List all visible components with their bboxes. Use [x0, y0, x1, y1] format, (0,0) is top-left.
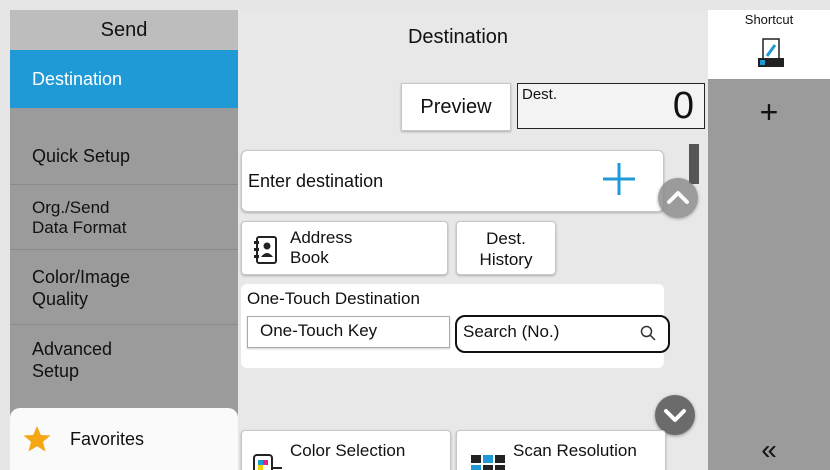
- panel-title: Send: [10, 10, 238, 50]
- nav-item-org-send-data-format[interactable]: Org./Send Data Format: [10, 186, 238, 250]
- color-selection-icon: [253, 454, 282, 470]
- search-icon: [640, 325, 656, 341]
- favorites-label: Favorites: [70, 428, 145, 449]
- one-touch-title: One-Touch Destination: [247, 289, 420, 308]
- nav-item-label: Destination: [32, 69, 123, 89]
- add-shortcut-button[interactable]: +: [708, 92, 830, 132]
- preview-button[interactable]: Preview: [401, 83, 511, 131]
- chevron-up-icon: [667, 191, 689, 204]
- address-book-icon: [254, 236, 277, 264]
- color-selection-label: Color Selection: [290, 441, 406, 460]
- nav-item-destination[interactable]: Destination: [10, 50, 238, 108]
- left-nav-panel: Send Destination Quick Setup Org./Send D…: [10, 10, 238, 470]
- dest-history-label-line2: History: [479, 250, 533, 269]
- address-book-label-line2: Book: [290, 248, 329, 267]
- shortcut-panel: Shortcut + «: [708, 10, 830, 470]
- search-no-button[interactable]: Search (No.): [455, 315, 670, 353]
- color-selection-button[interactable]: Color Selection: [241, 430, 451, 470]
- dest-count-value: 0: [672, 85, 694, 127]
- scroll-up-button[interactable]: [658, 178, 698, 218]
- star-icon: [23, 426, 51, 452]
- nav-item-color-image-quality[interactable]: Color/Image Quality: [10, 251, 238, 325]
- preview-label: Preview: [420, 95, 492, 118]
- nav-item-label-line2: Setup: [32, 361, 80, 381]
- nav-item-label-line2: Data Format: [32, 217, 127, 237]
- shortcut-header[interactable]: Shortcut: [708, 10, 830, 80]
- one-touch-key-button[interactable]: One-Touch Key: [247, 316, 450, 348]
- main-panel: Destination Preview Dest. 0 Enter destin…: [238, 10, 708, 470]
- address-book-button[interactable]: Address Book: [241, 221, 448, 275]
- dest-history-label-line1: Dest.: [486, 229, 526, 248]
- nav-item-label-line2: Quality: [32, 288, 89, 309]
- nav-item-advanced-setup[interactable]: Advanced Setup: [10, 326, 238, 394]
- send-screen: Send Destination Quick Setup Org./Send D…: [0, 0, 830, 470]
- favorites-button[interactable]: Favorites: [10, 408, 238, 470]
- one-touch-key-label: One-Touch Key: [260, 321, 378, 340]
- dest-count-label: Dest.: [522, 86, 558, 103]
- enter-destination-label: Enter destination: [248, 170, 384, 191]
- destination-history-button[interactable]: Dest. History: [456, 221, 556, 275]
- address-book-label-line1: Address: [290, 228, 353, 247]
- nav-item-quick-setup[interactable]: Quick Setup: [10, 128, 238, 185]
- plus-icon: [603, 163, 635, 195]
- search-no-label: Search (No.): [463, 322, 560, 341]
- enter-destination-button[interactable]: Enter destination: [241, 150, 664, 212]
- nav-item-label-line1: Color/Image: [32, 266, 131, 287]
- nav-item-label: Quick Setup: [32, 146, 131, 166]
- chevron-down-icon: [664, 409, 686, 422]
- shortcut-title: Shortcut: [744, 12, 794, 27]
- scan-resolution-icon: [471, 455, 505, 470]
- one-touch-destination-group: One-Touch Destination One-Touch Key Sear…: [241, 284, 670, 368]
- destination-count-display[interactable]: Dest. 0: [517, 83, 705, 129]
- shortcut-icon: [758, 38, 784, 67]
- page-title: Destination: [407, 26, 509, 48]
- nav-item-label-line1: Advanced: [32, 339, 113, 359]
- scan-resolution-button[interactable]: Scan Resolution: [456, 430, 666, 470]
- nav-item-label-line1: Org./Send: [32, 197, 110, 217]
- scan-resolution-label: Scan Resolution: [513, 441, 637, 460]
- scroll-down-button[interactable]: [655, 395, 695, 435]
- collapse-panel-button[interactable]: «: [708, 432, 830, 468]
